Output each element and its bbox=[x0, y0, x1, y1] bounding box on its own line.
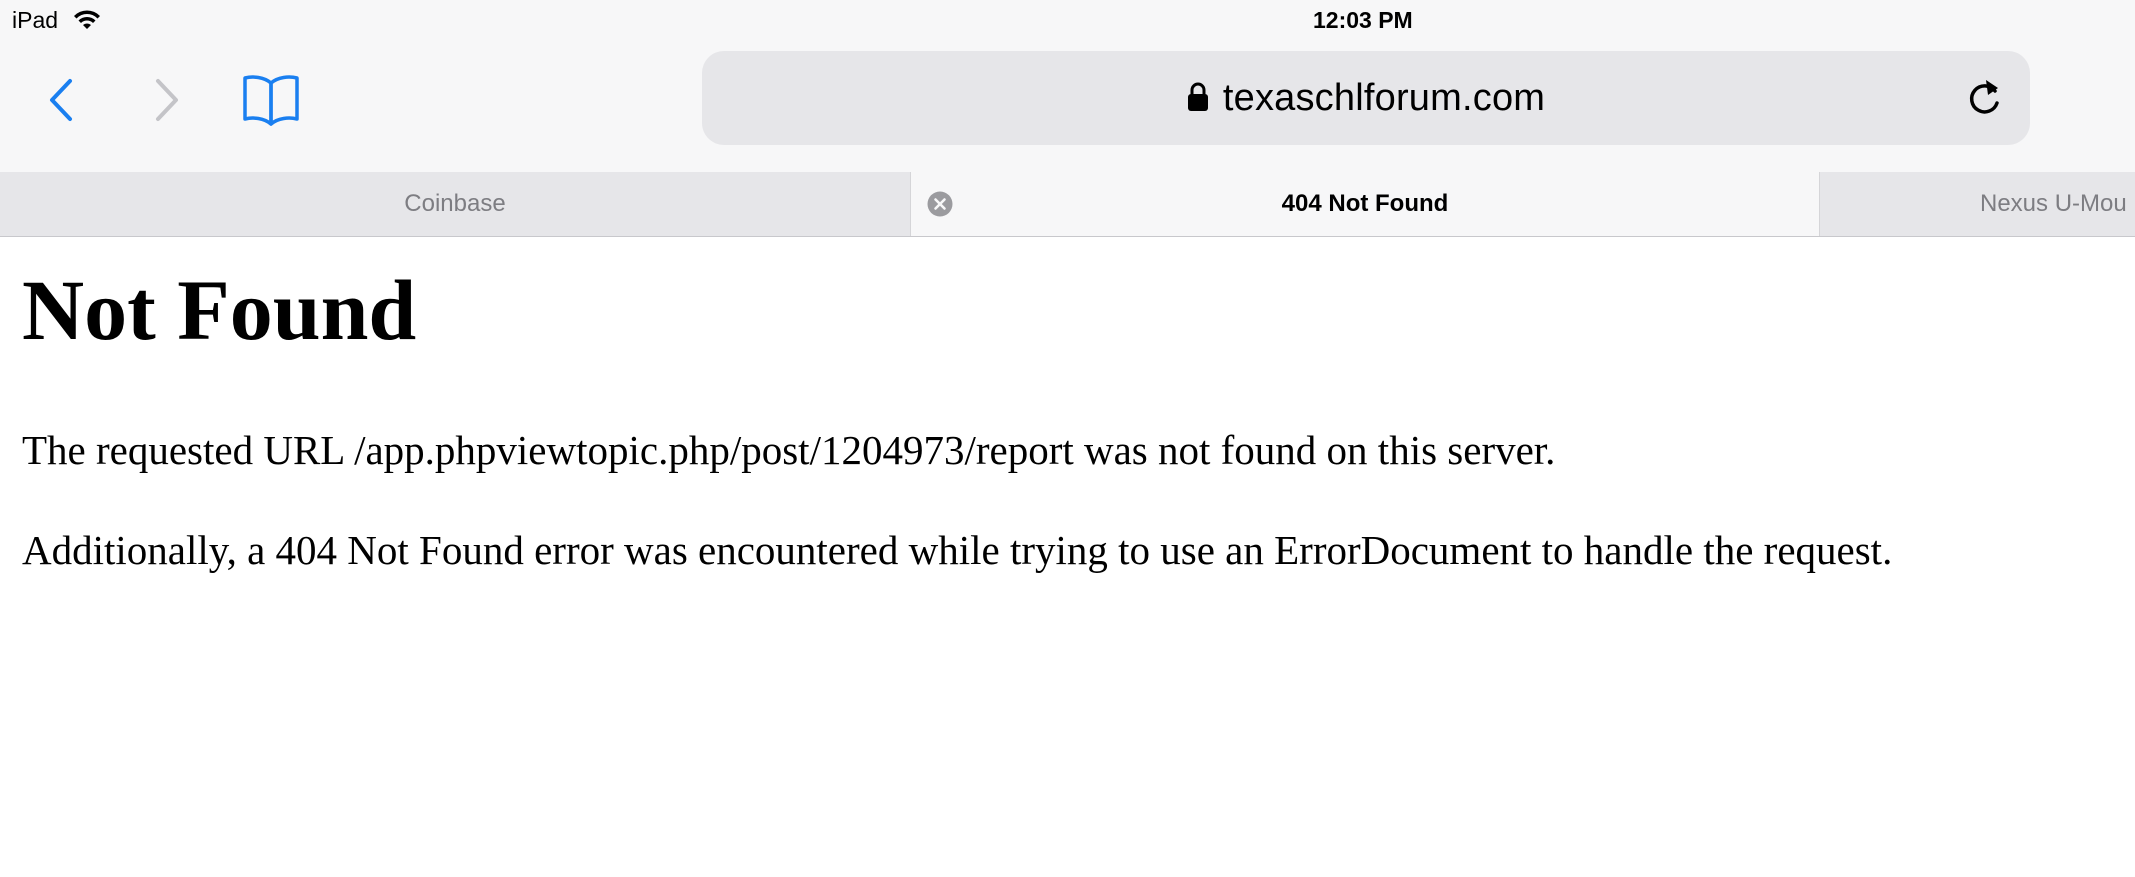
close-icon[interactable] bbox=[927, 191, 953, 217]
address-url: texaschlforum.com bbox=[1222, 76, 1546, 119]
page-title: Not Found bbox=[22, 262, 417, 358]
browser-toolbar: texaschlforum.com bbox=[0, 50, 2135, 146]
tab-bar: Coinbase 404 Not Found Nexus U-Mou bbox=[0, 172, 2135, 237]
status-time: 12:03 PM bbox=[1313, 7, 1413, 33]
book-icon bbox=[243, 75, 299, 126]
web-content: Not Found The requested URL /app.phpview… bbox=[0, 237, 2135, 877]
tab-label: 404 Not Found bbox=[1281, 190, 1449, 217]
wifi-icon bbox=[74, 10, 100, 29]
reload-icon[interactable] bbox=[1964, 77, 2004, 119]
address-bar[interactable]: texaschlforum.com bbox=[702, 51, 2030, 145]
device-name: iPad bbox=[12, 7, 59, 33]
address-content: texaschlforum.com bbox=[702, 51, 2030, 145]
chevron-right-icon bbox=[156, 79, 178, 121]
lock-icon bbox=[1187, 82, 1208, 111]
bookmarks-button[interactable] bbox=[240, 70, 302, 130]
error-detail: Additionally, a 404 Not Found error was … bbox=[22, 527, 1893, 573]
tab-nexus[interactable]: Nexus U-Mou bbox=[1820, 172, 2135, 236]
back-button[interactable] bbox=[38, 72, 84, 128]
tab-label: Nexus U-Mou bbox=[1980, 190, 2127, 217]
forward-button[interactable] bbox=[144, 72, 190, 128]
tab-coinbase[interactable]: Coinbase bbox=[0, 172, 910, 236]
tab-label: Coinbase bbox=[404, 190, 506, 217]
chevron-left-icon bbox=[50, 79, 72, 121]
error-message: The requested URL /app.phpviewtopic.php/… bbox=[22, 427, 1556, 473]
browser-chrome: iPad 12:03 PM texaschlforum.com Coinbase… bbox=[0, 0, 2135, 237]
status-bar: iPad 12:03 PM bbox=[0, 0, 2135, 42]
tab-404-not-found[interactable]: 404 Not Found bbox=[910, 172, 1820, 236]
